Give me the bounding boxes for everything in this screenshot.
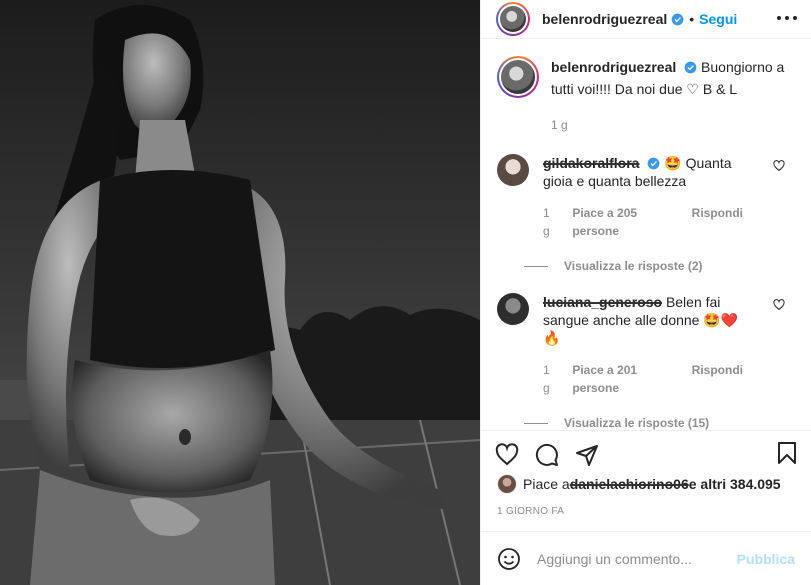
post-header: belenrodriguezreal • Segui — [481, 0, 811, 39]
view-replies-button[interactable]: Visualizza le risposte (15) — [524, 416, 795, 430]
verified-badge-icon — [671, 13, 684, 25]
post-timestamp[interactable]: 1 GIORNO FA — [497, 506, 564, 517]
comment-icon[interactable] — [535, 443, 559, 467]
liker-avatar[interactable] — [497, 474, 517, 494]
post-caption: belenrodriguezreal Buongiorno a tutti vo… — [497, 56, 795, 136]
reply-button[interactable]: Rispondi — [692, 204, 743, 240]
comment-username[interactable]: gildakoralflora — [543, 155, 639, 171]
publish-button[interactable]: Pubblica — [737, 551, 795, 567]
emoji-icon[interactable] — [497, 547, 521, 571]
verified-badge-icon — [648, 157, 660, 170]
share-icon[interactable] — [575, 443, 599, 467]
add-comment-bar: Pubblica — [481, 531, 811, 585]
view-replies-label: Visualizza le risposte (15) — [564, 416, 710, 430]
caption-username[interactable]: belenrodriguezreal — [551, 59, 676, 75]
comment-avatar[interactable] — [497, 154, 529, 186]
separator-dot: • — [689, 11, 695, 27]
comment-avatar[interactable] — [497, 293, 529, 325]
post-photo[interactable] — [0, 0, 480, 585]
view-replies-label: Visualizza le risposte (2) — [564, 259, 703, 273]
author-avatar[interactable] — [496, 2, 530, 36]
likes-prefix: Piace a — [523, 476, 570, 492]
comment-likes-count[interactable]: Piace a 201 persone — [572, 361, 677, 397]
likes-others[interactable]: e altri 384.095 — [689, 476, 781, 492]
post-actions-bar — [481, 430, 811, 470]
heart-icon[interactable] — [495, 442, 519, 467]
comment-input[interactable] — [537, 550, 737, 567]
comment-username[interactable]: luciana_generoso — [543, 294, 662, 310]
bookmark-icon[interactable] — [775, 441, 799, 465]
more-options-icon[interactable] — [777, 10, 797, 26]
liker-username[interactable]: danielachiorino06 — [570, 476, 689, 492]
likes-summary: Piace a danielachiorino06 e altri 384.09… — [497, 474, 781, 494]
caption-time: 1 g — [551, 118, 568, 132]
instagram-post: belenrodriguezreal • Segui belenrodrigue… — [0, 0, 811, 585]
caption-avatar[interactable] — [497, 56, 539, 98]
view-replies-button[interactable]: Visualizza le risposte (2) — [524, 259, 795, 273]
heart-icon[interactable] — [773, 299, 785, 311]
comments-list: belenrodriguezreal Buongiorno a tutti vo… — [481, 56, 811, 430]
verified-badge-icon — [684, 61, 697, 74]
post-sidebar: belenrodriguezreal • Segui belenrodrigue… — [480, 0, 811, 585]
post-photo-image — [0, 0, 480, 585]
reply-button[interactable]: Rispondi — [692, 361, 743, 397]
follow-button[interactable]: Segui — [699, 11, 737, 27]
author-username[interactable]: belenrodriguezreal — [542, 11, 667, 27]
comment-item: luciana_generoso Belen fai sangue anche … — [497, 293, 795, 397]
comment-time: 1 g — [543, 206, 550, 238]
heart-icon[interactable] — [773, 160, 785, 172]
comment-likes-count[interactable]: Piace a 205 persone — [572, 204, 677, 240]
comment-item: gildakoralflora 🤩 Quanta gioia e quanta … — [497, 154, 795, 240]
comment-time: 1 g — [543, 363, 550, 395]
